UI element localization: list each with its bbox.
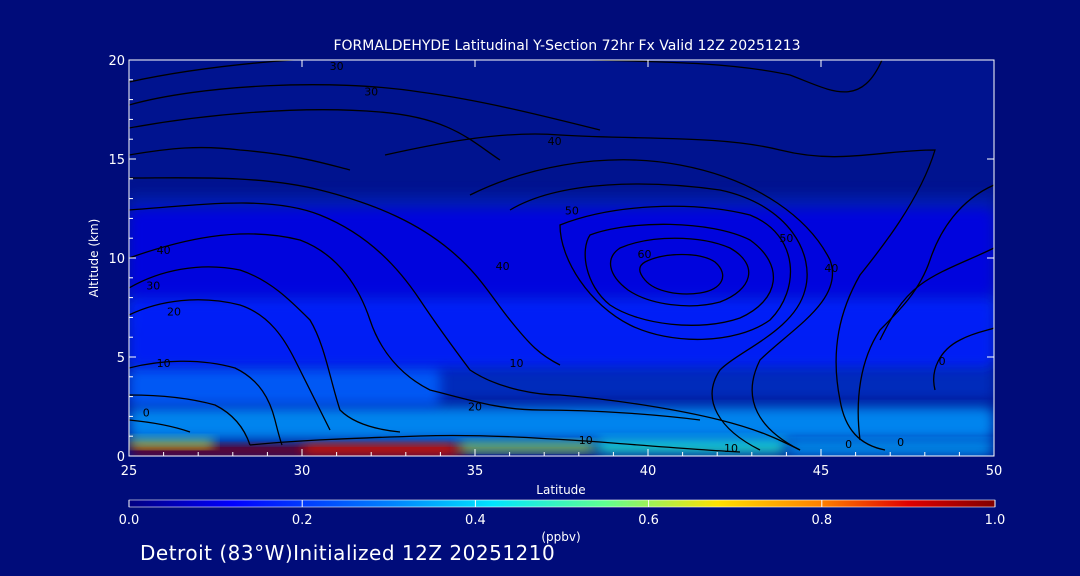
x-tick-label: 40	[640, 464, 657, 479]
contour-label: 10	[157, 357, 171, 370]
contour-label: 20	[468, 400, 482, 413]
contour-label: 0	[845, 438, 852, 451]
contour-label: 30	[364, 86, 378, 99]
colorbar-tick-label: 0.4	[465, 513, 486, 528]
concentration-region	[129, 366, 441, 407]
contour-label: 10	[510, 357, 524, 370]
x-axis-label: Latitude	[536, 483, 585, 497]
contour-label: 50	[565, 204, 579, 217]
contour-label: 50	[779, 232, 793, 245]
y-tick-label: 20	[108, 54, 125, 69]
concentration-regions	[129, 208, 994, 456]
y-tick-label: 10	[108, 252, 125, 267]
x-tick-label: 30	[294, 464, 311, 479]
concentration-region	[129, 208, 994, 298]
contour-label: 20	[167, 305, 181, 318]
x-tick-label: 45	[813, 464, 830, 479]
colorbar-tick-label: 0.2	[292, 513, 313, 528]
chart: FORMALDEHYDE Latitudinal Y-Section 72hr …	[87, 38, 1006, 544]
contour-label: 10	[579, 434, 593, 447]
x-tick-label: 25	[121, 464, 138, 479]
y-tick-label: 0	[117, 450, 125, 465]
contour-label: 0	[897, 436, 904, 449]
x-tick-label: 50	[986, 464, 1003, 479]
footer-initialization-text: Detroit (83°W)Initialized 12Z 20251210	[140, 541, 556, 565]
contour-label: 40	[548, 135, 562, 148]
y-tick-label: 5	[117, 351, 125, 366]
colorbar-tick-label: 0.6	[638, 513, 659, 528]
contour-label: 30	[146, 280, 160, 293]
colorbar-tick-label: 1.0	[985, 513, 1006, 528]
colorbar-tick-label: 0.8	[811, 513, 832, 528]
x-tick-label: 35	[467, 464, 484, 479]
y-axis-label: Altitude (km)	[87, 219, 101, 298]
contour-label: 40	[157, 244, 171, 257]
concentration-region	[129, 297, 994, 367]
contour-label: 40	[496, 260, 510, 273]
contour-label: 60	[638, 248, 652, 261]
chart-title: FORMALDEHYDE Latitudinal Y-Section 72hr …	[333, 38, 800, 54]
concentration-region	[457, 440, 597, 453]
contour-label: 0	[939, 355, 946, 368]
contour-label: 30	[330, 60, 344, 73]
contour-label: 40	[824, 262, 838, 275]
colorbar	[128, 499, 996, 508]
concentration-region	[129, 406, 994, 441]
concentration-region	[302, 442, 458, 455]
contour-label: 0	[143, 406, 150, 419]
plot-area: 30 30 40 50 60 50 40 40 40 30 20 10 0 20 10 10 10 0 0 0	[129, 60, 994, 456]
contour-label: 10	[724, 442, 738, 455]
y-tick-label: 15	[108, 153, 125, 168]
colorbar-tick-label: 0.0	[119, 513, 140, 528]
